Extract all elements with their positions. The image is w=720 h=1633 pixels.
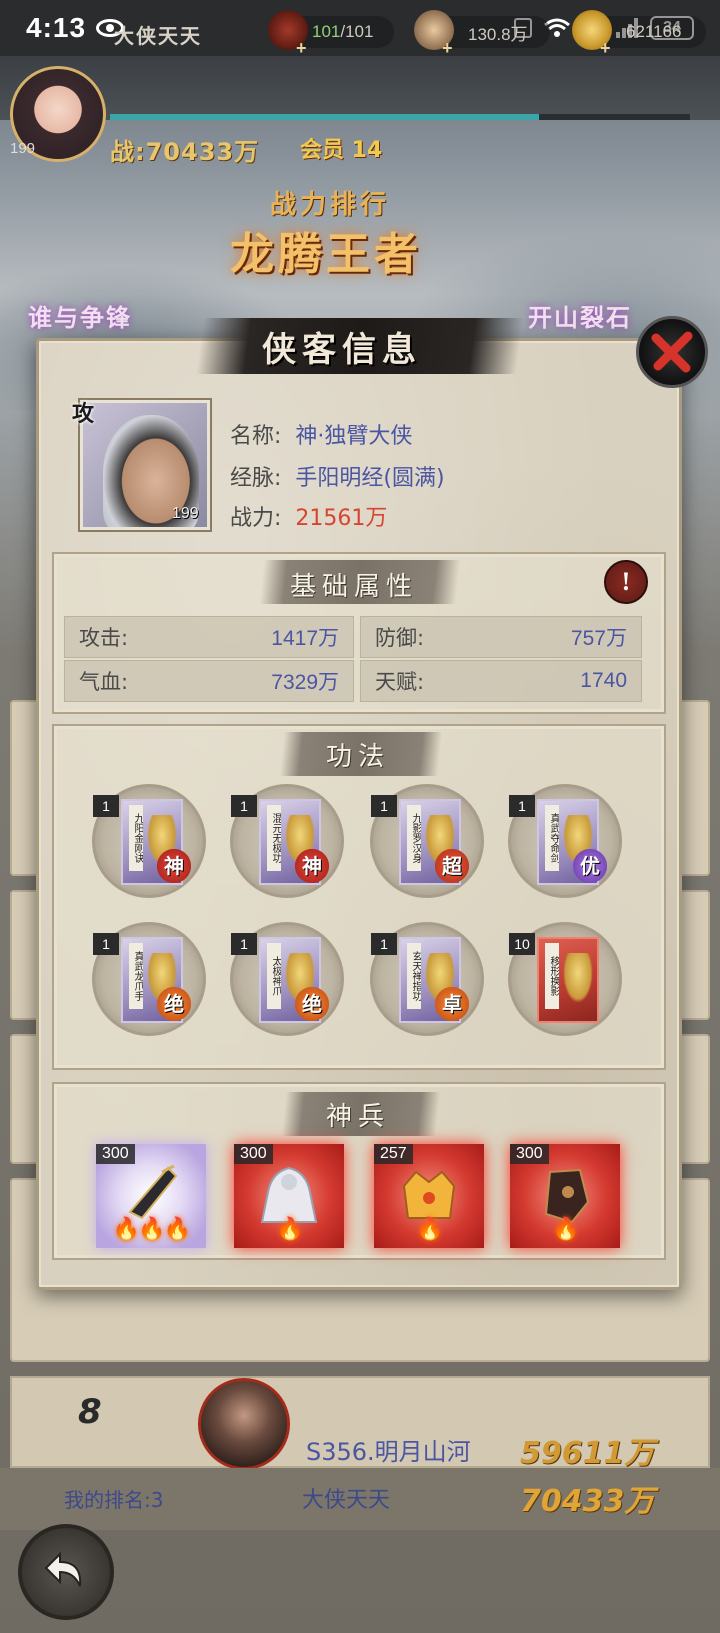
hero-power-row: 战力: 21561万 [230,500,387,532]
hero-meridian-label: 经脉: [230,466,282,491]
weapon-flames: 🔥 [416,1217,443,1242]
skill-name: 真武龙爪手 [129,943,143,1009]
player-name: 大侠天天 [114,24,202,48]
weapons-title: 神兵 [326,1102,391,1132]
skills-title: 功法 [326,742,391,772]
resource-stamina[interactable]: + 101/101 [268,10,394,58]
skill-slot[interactable]: 移形换影 10 [508,922,622,1036]
weapon-slot[interactable]: 257 🔥 [374,1144,484,1248]
skill-level: 10 [509,933,535,955]
player-level: 199 [10,140,36,157]
close-icon [651,331,693,373]
weapon-slot[interactable]: 300 🔥 [510,1144,620,1248]
resource-gold[interactable]: + 621166 [572,10,706,58]
vip-badge[interactable]: 会员 14 [300,132,382,164]
weapon-slot[interactable]: 300 🔥🔥🔥 [96,1144,206,1248]
close-button[interactable] [636,316,708,388]
hero-name-row: 名称: 神·独臂大侠 [230,418,412,450]
skill-name: 移形换影 [545,943,559,1009]
hero-power: 21561万 [295,506,388,531]
skill-name: 混元无极功 [267,805,281,871]
hero-name-label: 名称: [230,424,282,449]
banner-subtitle: 战力排行 [270,190,391,220]
skill-grade: 绝 [157,987,191,1021]
skill-grade: 神 [157,849,191,883]
skill-slot[interactable]: 九阳金刚诀 1 神 [92,784,206,898]
weapon-level: 257 [374,1144,413,1164]
skill-grade: 神 [295,849,329,883]
hero-meridian-row: 经脉: 手阳明经(圆满) [230,460,445,492]
weapon-level: 300 [234,1144,273,1164]
skill-name: 九阳金刚诀 [129,805,143,871]
hero-meridian: 手阳明经(圆满) [295,466,445,491]
stat-attack: 攻击: 1417万 [64,616,354,658]
hero-name: 神·独臂大侠 [295,424,413,449]
panel-title: 侠客信息 [262,330,422,370]
rank-number: 8 [78,1392,102,1432]
rank-server-name: S356.明月山河 [306,1438,471,1466]
skill-slot[interactable]: 混元无极功 1 神 [230,784,344,898]
skill-name: 真武夺命剑 [545,805,559,871]
skill-level: 1 [371,933,397,955]
experience-bar [110,114,690,120]
skill-grade: 卓 [435,987,469,1021]
skill-level: 1 [371,795,397,817]
rank-power: 59611万 [520,1436,655,1471]
skill-grade: 超 [435,849,469,883]
skill-slot[interactable]: 太极神爪 1 绝 [230,922,344,1036]
skill-slot[interactable]: 九影罗汉身 1 超 [370,784,484,898]
weapon-flames: 🔥 [552,1217,579,1242]
coin-amount: 130.8万 [468,24,528,44]
weapon-flames: 🔥🔥🔥 [112,1217,191,1242]
status-time: 4:13 [26,12,87,43]
player-power: 战:70433万 [110,138,260,166]
skill-level: 1 [93,933,119,955]
my-rank-name: 大侠天天 [302,1488,391,1513]
skill-name: 玄天禅指功 [407,943,421,1009]
skill-grade: 绝 [295,987,329,1021]
skill-slot[interactable]: 真武龙爪手 1 绝 [92,922,206,1036]
weapon-slot[interactable]: 300 🔥 [234,1144,344,1248]
my-rank-power: 70433万 [520,1484,655,1519]
game-top-bar [0,56,720,120]
hero-level: 199 [172,505,199,522]
stamina-current: 101 [312,22,341,41]
skill-name: 太极神爪 [267,943,281,1009]
skill-level: 1 [509,795,535,817]
back-arrow-icon [44,1551,82,1587]
back-button[interactable] [18,1524,114,1620]
stat-defense: 防御: 757万 [360,616,642,658]
my-rank-label: 我的排名:3 [64,1488,164,1512]
skill-name: 九影罗汉身 [407,805,421,871]
skill-level: 1 [231,795,257,817]
tab-right[interactable]: 开山裂石 [528,298,632,333]
basic-attributes-title: 基础属性 [290,572,419,602]
weapon-level: 300 [96,1144,135,1164]
banner-title: 龙腾王者 [230,229,422,280]
rank-avatar [198,1378,290,1470]
resource-coins[interactable]: + 130.8万 [414,10,550,58]
skill-level: 1 [231,933,257,955]
tab-left[interactable]: 谁与争锋 [28,298,132,333]
info-alert-icon[interactable]: ! [604,560,648,604]
gold-amount: 621166 [626,22,682,41]
stamina-max: /101 [340,22,374,41]
skill-grade: 优 [573,849,607,883]
skill-card: 移形换影 [537,937,599,1023]
stat-talent: 天赋: 1740 [360,660,642,702]
hero-power-label: 战力: [230,506,282,531]
stat-health: 气血: 7329万 [64,660,354,702]
skill-figure-icon [563,953,593,1003]
weapon-flames: 🔥 [276,1217,303,1242]
weapon-level: 300 [510,1144,549,1164]
hero-type-tag: 攻 [72,402,95,427]
skill-slot[interactable]: 玄天禅指功 1 卓 [370,922,484,1036]
skill-level: 1 [93,795,119,817]
skill-slot[interactable]: 真武夺命剑 1 优 [508,784,622,898]
